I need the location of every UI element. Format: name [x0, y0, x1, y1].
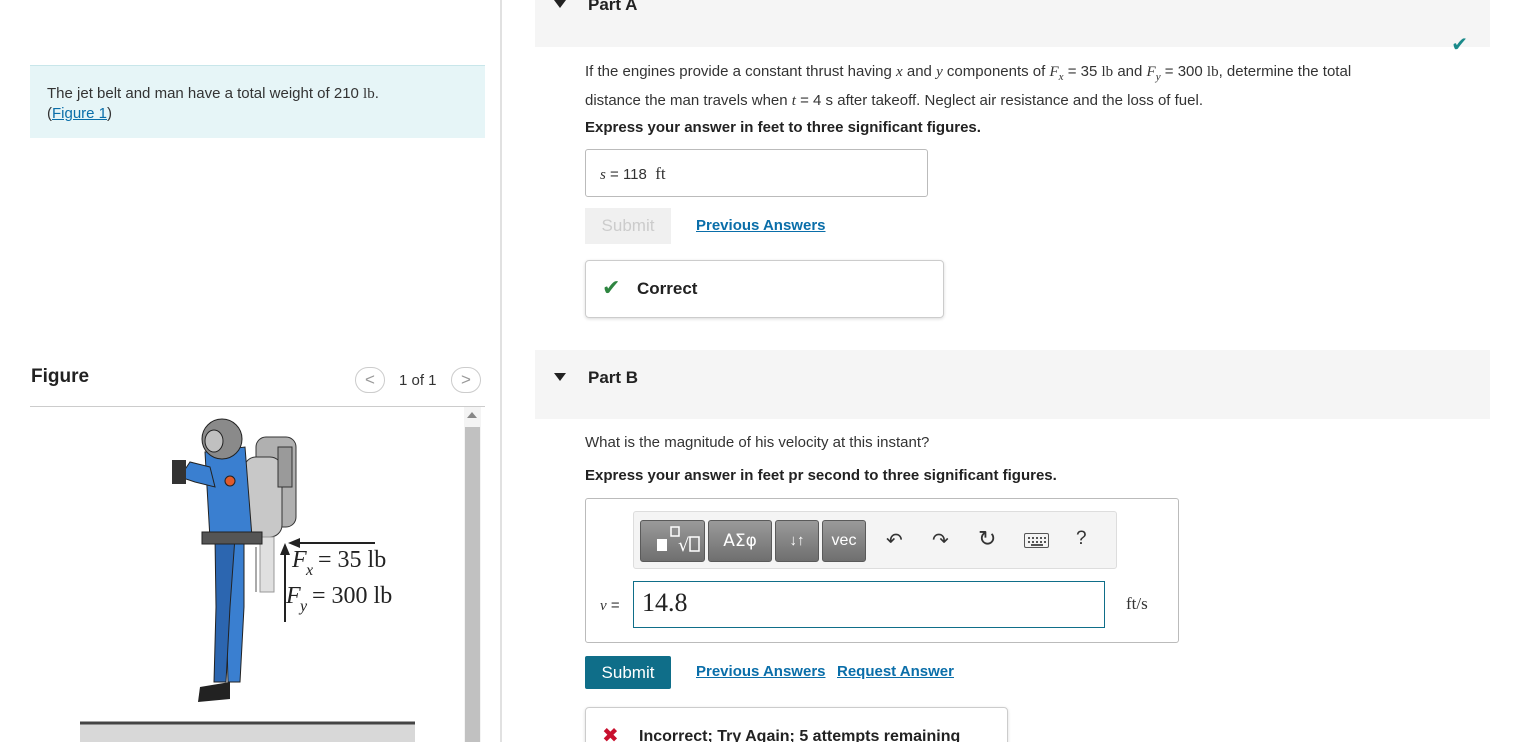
answer-label: v =: [600, 597, 620, 614]
fy-label: = 300 lb: [312, 583, 392, 609]
math-toolbar: √ ΑΣφ ↓↑ vec ↶ ↷ ↻ ?: [633, 511, 1117, 569]
part-b-header[interactable]: Part B: [535, 350, 1490, 419]
part-b-answer-input[interactable]: 14.8: [633, 581, 1105, 628]
figure-prev-button[interactable]: <: [355, 367, 385, 393]
part-a-header[interactable]: Part A ✔: [535, 0, 1490, 56]
fx-symbol: F: [291, 547, 307, 573]
part-a-answer-value: 118: [622, 166, 647, 183]
part-a-instruction: Express your answer in feet to three sig…: [585, 119, 981, 136]
feedback-incorrect-text: Incorrect; Try Again; 5 attempts remaini…: [639, 728, 961, 742]
request-answer-link[interactable]: Request Answer: [837, 663, 954, 680]
chevron-left-icon: <: [365, 370, 375, 389]
part-b-feedback: ✖ Incorrect; Try Again; 5 attempts remai…: [585, 707, 1008, 742]
figure-next-button[interactable]: >: [451, 367, 481, 393]
part-a-title: Part A: [588, 0, 638, 14]
fx-label: = 35 lb: [318, 547, 386, 573]
part-b-instruction: Express your answer in feet pr second to…: [585, 467, 1057, 484]
figure-scrollbar[interactable]: [464, 407, 481, 742]
help-icon[interactable]: ?: [1076, 528, 1087, 550]
answer-equals: =: [605, 166, 623, 183]
jet-belt-figure: F x = 35 lb F y = 300 lb: [80, 418, 415, 742]
templates-icon: √: [656, 526, 700, 556]
feedback-correct-text: Correct: [637, 279, 698, 298]
scrollbar-thumb[interactable]: [465, 427, 480, 742]
checkmark-icon: ✔: [1451, 34, 1468, 56]
chevron-right-icon: >: [461, 370, 471, 389]
collapse-triangle-icon[interactable]: [554, 0, 566, 8]
problem-statement: The jet belt and man have a total weight…: [30, 65, 485, 138]
part-b-question: What is the magnitude of his velocity at…: [585, 434, 930, 451]
greek-symbols-button[interactable]: ΑΣφ: [708, 520, 772, 562]
part-b-answer-unit: ft/s: [1126, 594, 1148, 613]
fy-subscript: y: [298, 598, 308, 615]
keyboard-icon[interactable]: [1024, 533, 1049, 548]
weight-unit: lb: [363, 86, 375, 102]
fy-symbol: F: [285, 583, 301, 609]
part-a-previous-answers-link[interactable]: Previous Answers: [696, 217, 826, 234]
scroll-up-icon[interactable]: [467, 412, 477, 418]
part-b-answer-area: √ ΑΣφ ↓↑ vec ↶ ↷ ↻ ? v = 14.8 ft/s: [585, 498, 1179, 643]
part-a-question: If the engines provide a constant thrust…: [585, 63, 1352, 109]
part-a-answer-unit: ft: [655, 164, 666, 183]
templates-button[interactable]: √: [640, 520, 705, 562]
collapse-triangle-icon[interactable]: [554, 373, 566, 381]
part-b-title: Part B: [588, 368, 639, 387]
part-b-submit-button[interactable]: Submit: [585, 656, 671, 689]
figure-link[interactable]: Figure 1: [52, 105, 107, 122]
arrows-button[interactable]: ↓↑: [775, 520, 819, 562]
undo-icon[interactable]: ↶: [886, 528, 903, 553]
vector-button[interactable]: vec: [822, 520, 866, 562]
left-panel: The jet belt and man have a total weight…: [0, 0, 500, 742]
figure-title: Figure: [31, 366, 90, 387]
problem-text: The jet belt and man have a total weight…: [47, 85, 364, 102]
figure-link-paren-close: ): [107, 105, 113, 122]
correct-check-icon: ✔: [602, 275, 621, 300]
part-a-answer-field: s = 118 ft: [585, 149, 928, 197]
figure-header: Figure < 1 of 1 >: [30, 363, 485, 407]
right-panel: Part A ✔ If the engines provide a consta…: [502, 0, 1517, 742]
figure-page-count: 1 of 1: [399, 372, 437, 389]
reset-icon[interactable]: ↻: [978, 526, 996, 552]
part-b-previous-answers-link[interactable]: Previous Answers: [696, 663, 826, 680]
part-a-submit-button[interactable]: Submit: [585, 208, 671, 244]
part-a-feedback: ✔ Correct: [585, 260, 944, 318]
redo-icon[interactable]: ↷: [932, 528, 949, 553]
incorrect-x-icon: ✖: [602, 725, 619, 742]
svg-text:√: √: [678, 535, 690, 556]
figure-viewport: F x = 35 lb F y = 300 lb: [30, 407, 485, 742]
fx-subscript: x: [305, 562, 313, 579]
